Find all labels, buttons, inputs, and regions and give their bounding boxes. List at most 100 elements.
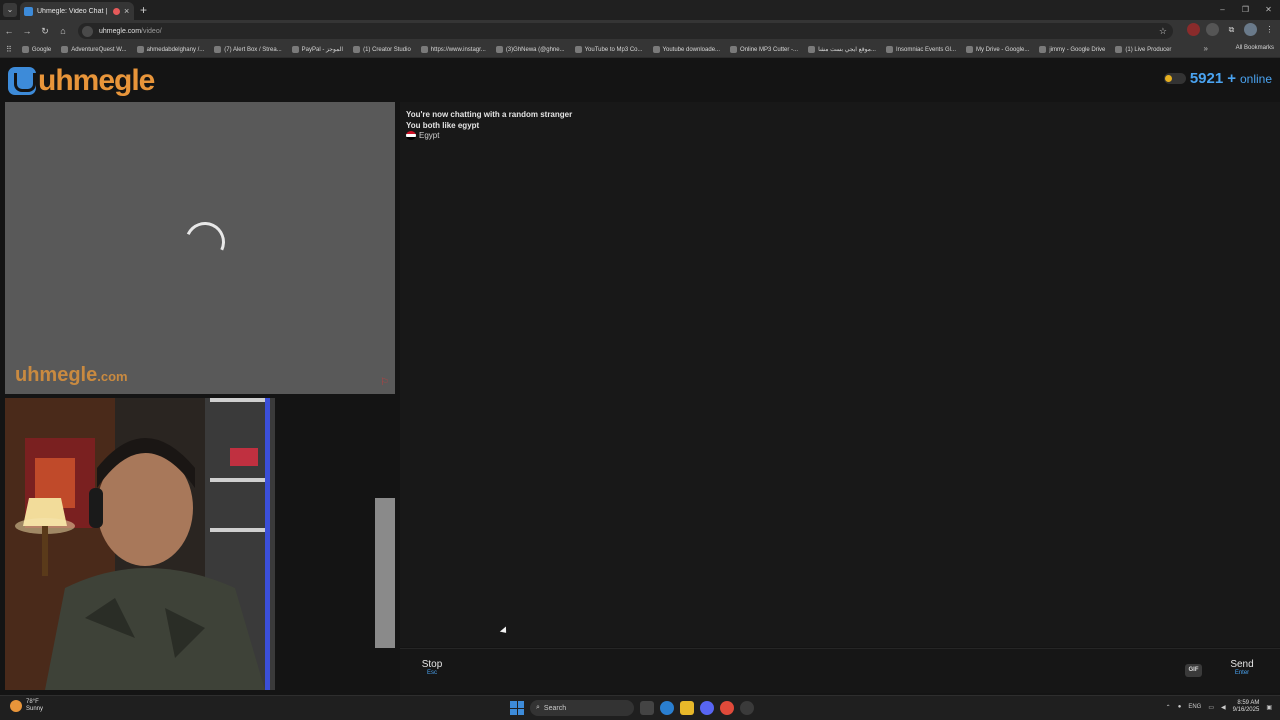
taskbar-apps: ⌕ Search [510,700,754,716]
extensions-icon[interactable]: ⧉ [1225,23,1238,36]
bookmark-item[interactable]: (3)GhNewa (@ghne... [495,46,565,53]
uhmegle-page: uhmegle 5921 + online uhmegle.com ⚐ You'… [0,58,1280,695]
extension-icon[interactable] [1206,23,1219,36]
bookmark-item[interactable]: Insomniac Events Gl... [885,46,957,53]
tab-list-button[interactable]: ⌄ [3,3,17,17]
bookmark-item[interactable]: My Drive - Google... [966,46,1029,53]
chat-controls: Stop Esc GIF Send Enter [400,648,1280,693]
clock-date: 9/16/2025 [1232,707,1260,713]
profile-avatar[interactable] [1244,23,1257,36]
sunny-icon [10,700,22,712]
bookmark-item[interactable]: Youtube downloade... [652,46,720,53]
file-explorer-icon[interactable] [680,701,694,715]
taskbar-search[interactable]: ⌕ Search [530,700,634,716]
apps-grid-icon[interactable]: ⠿ [6,45,12,54]
language-indicator[interactable]: ENG [1188,704,1201,710]
bookmark-item[interactable]: (1) Live Producer [1115,46,1171,53]
new-tab-button[interactable]: + [140,3,147,17]
bookmarks-overflow-button[interactable]: » [1204,44,1208,53]
bookmark-item[interactable]: Online MP3 Cutter -... [730,46,798,53]
notification-icon[interactable]: ▣ [1266,704,1272,711]
bookmark-favicon-icon [1115,46,1123,53]
close-window-button[interactable]: ✕ [1257,0,1280,20]
all-bookmarks-button[interactable]: All Bookmarks [1236,45,1274,51]
bookmark-item[interactable]: (1) Creator Studio [353,46,411,53]
bookmark-favicon-icon [652,46,660,53]
logo-mark-icon [8,67,36,95]
bookmark-item[interactable]: AdventureQuest W... [61,46,127,53]
egypt-flag-icon [406,131,416,140]
send-button[interactable]: Send Enter [1220,659,1264,676]
extension-icon[interactable] [1187,23,1200,36]
network-icon[interactable]: ▭ [1208,704,1214,711]
app-icon[interactable] [740,701,754,715]
site-logo[interactable]: uhmegle [8,64,155,98]
maximize-button[interactable]: ❐ [1234,0,1257,20]
address-bar[interactable]: uhmegle.com/video/ ☆ [78,23,1173,39]
bookmark-label: (7) Alert Box / Strea... [224,46,282,53]
browser-tab-active[interactable]: Uhmegle: Video Chat | Om × [20,2,134,20]
tray-overflow-icon[interactable]: ⌃ [1166,704,1171,711]
task-view-icon[interactable] [640,701,654,715]
online-label: online [1239,71,1272,86]
bookmark-label: Insomniac Events Gl... [895,46,957,53]
clock[interactable]: 8:59 AM 9/16/2025 [1233,700,1260,714]
recording-indicator-icon [113,7,120,15]
logo-text: uhmegle [38,64,155,97]
bookmark-item[interactable]: YouTube to Mp3 Co... [574,46,643,53]
home-button[interactable]: ⌂ [54,26,72,36]
gif-button[interactable]: GIF [1185,664,1202,677]
temperature: 78°F [26,699,39,705]
clock-time: 8:59 AM [1237,700,1260,706]
windows-start-icon[interactable] [510,701,524,715]
bookmark-list: Google AdventureQuest W... ahmedabdelghany… [21,46,1182,53]
site-info-icon[interactable] [82,25,93,37]
stranger-video-panel: uhmegle.com ⚐ [5,102,395,394]
weather-widget[interactable]: 78°F Sunny [10,699,43,713]
report-flag-icon[interactable]: ⚐ [380,377,389,388]
chrome-icon[interactable] [720,701,734,715]
bookmark-item[interactable]: (7) Alert Box / Strea... [214,46,282,53]
bookmark-label: (1) Live Producer [1125,46,1172,53]
bookmark-label: My Drive - Google... [976,46,1030,53]
bookmark-favicon-icon [966,46,974,53]
stop-button[interactable]: Stop Esc [410,659,454,676]
volume-icon[interactable]: ◀ [1221,704,1226,711]
minimize-button[interactable]: – [1211,0,1234,20]
country-name: Egypt [419,131,440,140]
reload-button[interactable]: ↻ [36,26,54,37]
toolbar-actions: ⧉ ⋮ [1187,23,1276,36]
search-label: Search [543,704,567,712]
bookmark-item[interactable]: موقع ايجي بست مشا... [808,46,876,53]
bookmark-item[interactable]: ahmedabdelghany /... [136,46,204,53]
bookmark-item[interactable]: Google [21,46,51,53]
bookmark-favicon-icon [214,46,222,53]
loading-spinner-icon [179,216,231,268]
chat-system-message: You're now chatting with a random strang… [406,110,573,119]
bookmark-item[interactable]: https://www.instagr... [420,46,486,53]
bookmark-label: AdventureQuest W... [71,46,127,53]
bookmark-star-icon[interactable]: ☆ [1159,26,1167,37]
url-path: /video/ [141,27,162,35]
edge-icon[interactable] [660,701,674,715]
weather-text: 78°F Sunny [26,699,43,713]
back-button[interactable]: ← [0,26,18,36]
chat-message-input[interactable] [468,657,1168,687]
bookmark-item[interactable]: jimmy - Google Drive [1039,46,1105,53]
chat-log: You're now chatting with a random strang… [400,102,1280,647]
bookmark-item[interactable]: PayPal - الموجز [291,46,344,53]
tab-close-button[interactable]: × [124,6,129,16]
browser-menu-icon[interactable]: ⋮ [1263,23,1276,36]
online-counter: 5921 + online [1163,70,1272,87]
bookmark-favicon-icon [885,46,893,53]
stranger-country: Egypt [406,131,439,140]
bookmark-label: موقع ايجي بست مشا... [818,47,876,53]
discord-icon[interactable] [700,701,714,715]
theme-toggle[interactable] [1163,73,1186,84]
bookmark-favicon-icon [21,46,29,53]
watermark-domain: .com [97,369,128,384]
microphone-icon[interactable]: ● [1178,704,1182,710]
url-host: uhmegle.com [99,27,142,35]
forward-button[interactable]: → [18,26,36,36]
bookmark-label: PayPal - الموجز [301,47,344,53]
